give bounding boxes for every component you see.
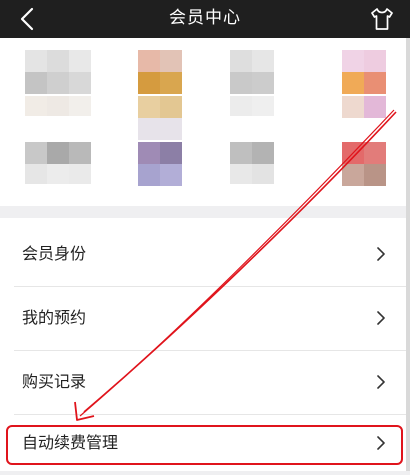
menu-item-auto-renewal[interactable]: 自动续费管理 — [0, 411, 410, 475]
chevron-right-icon — [377, 375, 385, 389]
chevron-right-icon — [377, 436, 385, 450]
member-banner-blurred — [0, 38, 410, 216]
chevron-right-icon — [377, 311, 385, 325]
chevron-right-icon — [377, 247, 385, 261]
member-menu-list: 会员身份 我的预约 购买记录 自动续费管理 — [0, 218, 410, 471]
top-navbar: 会员中心 — [0, 0, 410, 38]
menu-item-label: 我的预约 — [22, 308, 87, 327]
section-gap — [0, 206, 410, 218]
blurred-content — [0, 38, 410, 216]
menu-item-label: 购买记录 — [22, 372, 87, 391]
shirt-icon — [371, 8, 393, 30]
page-edge — [406, 38, 410, 471]
menu-item-label: 自动续费管理 — [22, 433, 119, 452]
menu-item-purchase-history[interactable]: 购买记录 — [0, 350, 410, 414]
menu-item-label: 会员身份 — [22, 244, 87, 263]
page-title: 会员中心 — [169, 8, 241, 28]
menu-item-my-reservations[interactable]: 我的预约 — [0, 286, 410, 350]
menu-item-member-identity[interactable]: 会员身份 — [0, 222, 410, 286]
theme-button[interactable] — [368, 5, 396, 33]
